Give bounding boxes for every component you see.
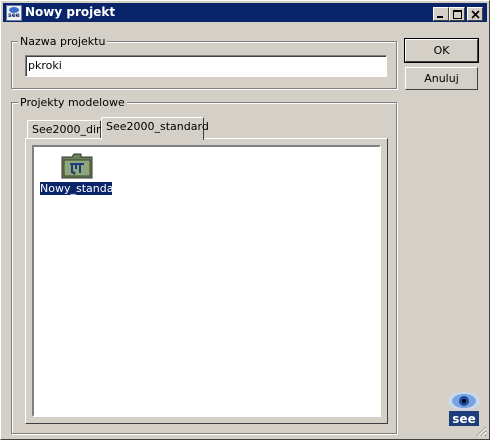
model-projects-group-label: Projekty modelowe [18, 96, 127, 109]
cancel-button[interactable]: Anuluj [405, 67, 478, 90]
minimize-button[interactable] [433, 7, 449, 21]
list-item-label: Nowy_standard [40, 182, 125, 195]
app-icon[interactable]: see [6, 5, 22, 21]
maximize-button[interactable] [449, 7, 465, 21]
project-name-input[interactable] [28, 59, 378, 72]
project-name-group-label: Nazwa projektu [18, 35, 108, 48]
tab-see2000-din[interactable]: See2000_din [27, 120, 103, 139]
close-button[interactable] [467, 7, 483, 21]
project-name-field[interactable] [25, 55, 387, 77]
model-list[interactable]: Nowy_standard [32, 145, 381, 417]
tab-panel: Nowy_standard [25, 138, 388, 424]
window-title: Nowy projekt [25, 5, 116, 19]
tab-see2000-standard[interactable]: See2000_standard [101, 117, 209, 140]
maximize-icon [453, 10, 462, 19]
dialog-window: see Nowy projekt Nazwa projektu OK Anulu… [0, 0, 490, 440]
logo-text: see [452, 412, 475, 426]
title-bar[interactable]: see Nowy projekt [3, 3, 487, 22]
project-folder-icon [61, 153, 93, 179]
ok-button[interactable]: OK [404, 38, 479, 63]
minimize-icon [437, 16, 443, 18]
resize-grip[interactable] [475, 425, 487, 437]
close-icon [471, 10, 480, 19]
see-eye-logo: see [448, 392, 480, 426]
